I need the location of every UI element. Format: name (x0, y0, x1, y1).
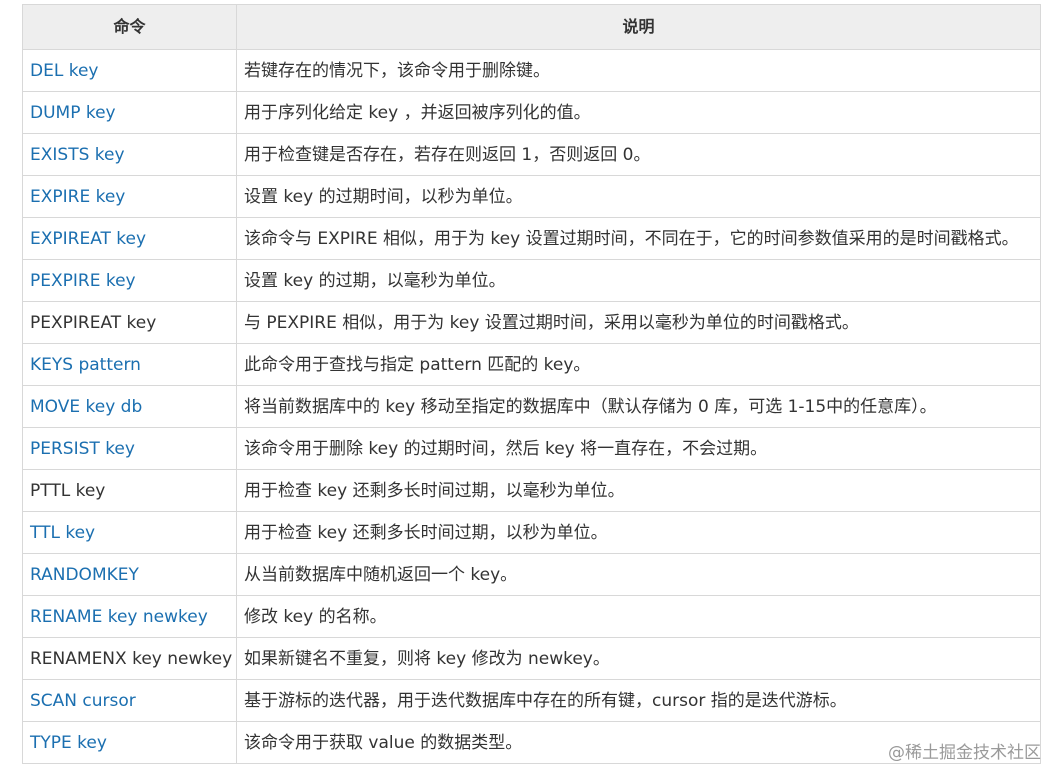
table-row: SCAN cursor 基于游标的迭代器，用于迭代数据库中存在的所有键，curso… (22, 679, 1041, 722)
command-link[interactable]: TTL key (30, 523, 95, 543)
command-link[interactable]: DUMP key (30, 103, 116, 123)
description-cell: 用于序列化给定 key ，并返回被序列化的值。 (236, 91, 1041, 134)
command-cell: RENAME key newkey (22, 595, 237, 638)
table-row: PTTL key 用于检查 key 还剩多长时间过期，以毫秒为单位。 (22, 469, 1041, 512)
command-link[interactable]: RENAME key newkey (30, 607, 208, 627)
command-cell: KEYS pattern (22, 343, 237, 386)
table-row: DEL key 若键存在的情况下，该命令用于删除键。 (22, 49, 1041, 92)
table-row: EXPIREAT key 该命令与 EXPIRE 相似，用于为 key 设置过期时… (22, 217, 1041, 260)
header-command: 命令 (22, 4, 237, 50)
command-link[interactable]: EXPIRE key (30, 187, 125, 207)
command-cell: RENAMENX key newkey (22, 637, 237, 680)
command-link[interactable]: EXISTS key (30, 145, 125, 165)
command-cell: PTTL key (22, 469, 237, 512)
description-cell: 用于检查 key 还剩多长时间过期，以秒为单位。 (236, 511, 1041, 554)
watermark: @稀土掘金技术社区 (888, 743, 1041, 763)
command-link[interactable]: RANDOMKEY (30, 565, 139, 585)
table-row: PERSIST key 该命令用于删除 key 的过期时间，然后 key 将一直存… (22, 427, 1041, 470)
description-cell: 该命令与 EXPIRE 相似，用于为 key 设置过期时间，不同在于，它的时间参… (236, 217, 1041, 260)
command-cell: TYPE key (22, 721, 237, 764)
command-cell: EXPIRE key (22, 175, 237, 218)
description-cell: 基于游标的迭代器，用于迭代数据库中存在的所有键，cursor 指的是迭代游标。 (236, 679, 1041, 722)
table-row: PEXPIREAT key 与 PEXPIRE 相似，用于为 key 设置过期时间… (22, 301, 1041, 344)
table-row: MOVE key db 将当前数据库中的 key 移动至指定的数据库中（默认存储为… (22, 385, 1041, 428)
command-link[interactable]: TYPE key (30, 733, 107, 753)
description-cell: 设置 key 的过期时间，以秒为单位。 (236, 175, 1041, 218)
command-text: PEXPIREAT key (30, 312, 157, 333)
redis-key-commands-table: 命令 说明 DEL key 若键存在的情况下，该命令用于删除键。 DUMP key 用… (22, 4, 1041, 764)
command-cell: MOVE key db (22, 385, 237, 428)
command-text: RENAMENX key newkey (30, 648, 233, 669)
description-cell: 用于检查键是否存在，若存在则返回 1，否则返回 0。 (236, 133, 1041, 176)
description-cell: 如果新键名不重复，则将 key 修改为 newkey。 (236, 637, 1041, 680)
command-link[interactable]: PERSIST key (30, 439, 135, 459)
command-cell: PEXPIREAT key (22, 301, 237, 344)
description-cell: 与 PEXPIRE 相似，用于为 key 设置过期时间，采用以毫秒为单位的时间戳… (236, 301, 1041, 344)
description-cell: 设置 key 的过期，以毫秒为单位。 (236, 259, 1041, 302)
header-description: 说明 (236, 4, 1041, 50)
command-link[interactable]: MOVE key db (30, 397, 142, 417)
table-row: EXPIRE key 设置 key 的过期时间，以秒为单位。 (22, 175, 1041, 218)
command-cell: TTL key (22, 511, 237, 554)
table-row: RENAMENX key newkey 如果新键名不重复，则将 key 修改为 n… (22, 637, 1041, 680)
description-cell: 从当前数据库中随机返回一个 key。 (236, 553, 1041, 596)
table-row: KEYS pattern 此命令用于查找与指定 pattern 匹配的 key。 (22, 343, 1041, 386)
command-link[interactable]: PEXPIRE key (30, 271, 136, 291)
table-row: EXISTS key 用于检查键是否存在，若存在则返回 1，否则返回 0。 (22, 133, 1041, 176)
command-cell: DUMP key (22, 91, 237, 134)
table-row: RANDOMKEY 从当前数据库中随机返回一个 key。 (22, 553, 1041, 596)
description-cell: 若键存在的情况下，该命令用于删除键。 (236, 49, 1041, 92)
command-cell: RANDOMKEY (22, 553, 237, 596)
command-cell: EXISTS key (22, 133, 237, 176)
table-row: RENAME key newkey 修改 key 的名称。 (22, 595, 1041, 638)
command-link[interactable]: KEYS pattern (30, 355, 141, 375)
command-cell: PERSIST key (22, 427, 237, 470)
command-text: PTTL key (30, 480, 106, 501)
description-cell: 将当前数据库中的 key 移动至指定的数据库中（默认存储为 0 库，可选 1-1… (236, 385, 1041, 428)
command-link[interactable]: EXPIREAT key (30, 229, 146, 249)
command-cell: DEL key (22, 49, 237, 92)
table-row: PEXPIRE key 设置 key 的过期，以毫秒为单位。 (22, 259, 1041, 302)
command-link[interactable]: SCAN cursor (30, 691, 136, 711)
table-body: DEL key 若键存在的情况下，该命令用于删除键。 DUMP key 用于序列化给定… (22, 49, 1041, 764)
description-cell: 修改 key 的名称。 (236, 595, 1041, 638)
table-row: TTL key 用于检查 key 还剩多长时间过期，以秒为单位。 (22, 511, 1041, 554)
table-row: DUMP key 用于序列化给定 key ，并返回被序列化的值。 (22, 91, 1041, 134)
description-cell: 用于检查 key 还剩多长时间过期，以毫秒为单位。 (236, 469, 1041, 512)
command-cell: EXPIREAT key (22, 217, 237, 260)
table-header-row: 命令 说明 (22, 4, 1041, 50)
command-cell: PEXPIRE key (22, 259, 237, 302)
description-cell: 此命令用于查找与指定 pattern 匹配的 key。 (236, 343, 1041, 386)
description-cell: 该命令用于删除 key 的过期时间，然后 key 将一直存在，不会过期。 (236, 427, 1041, 470)
command-cell: SCAN cursor (22, 679, 237, 722)
redis-key-commands-table-wrapper: 命令 说明 DEL key 若键存在的情况下，该命令用于删除键。 DUMP key 用… (22, 4, 1041, 764)
command-link[interactable]: DEL key (30, 61, 98, 81)
